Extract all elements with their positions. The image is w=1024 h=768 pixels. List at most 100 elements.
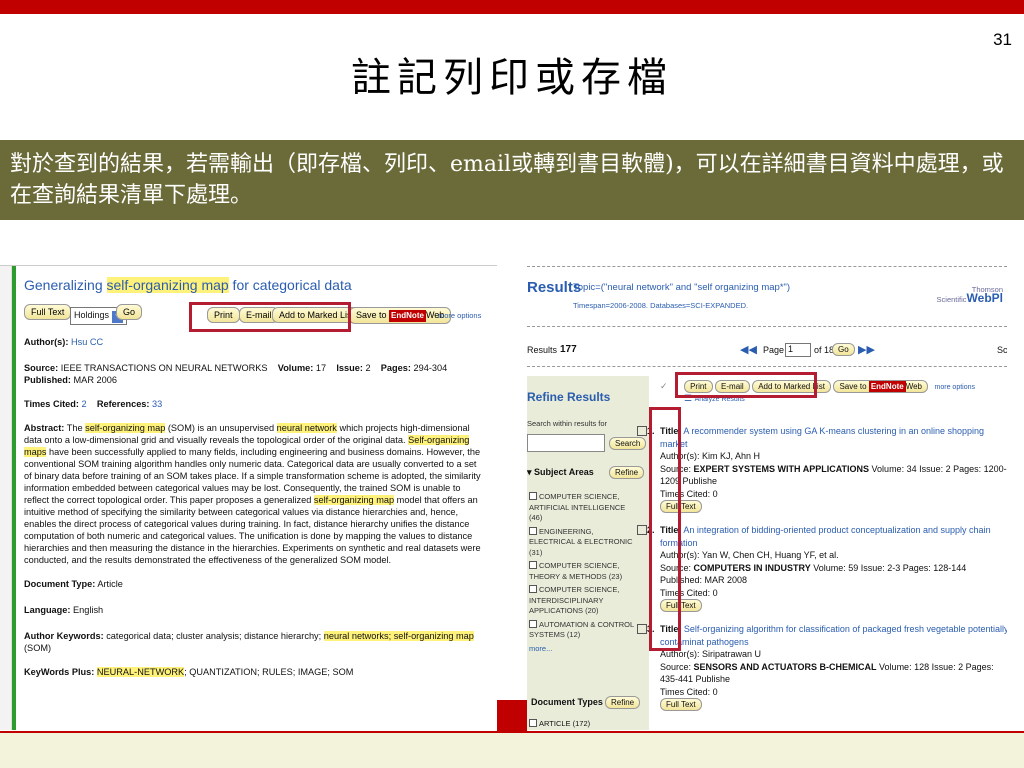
abstract-highlight: neural network: [276, 423, 337, 433]
record-title-link[interactable]: Self-organizing algorithm for classifica…: [660, 624, 1007, 647]
record-title-link[interactable]: A recommender system using GA K-means cl…: [660, 426, 984, 449]
more-options-link[interactable]: more options: [438, 310, 481, 322]
record-title-link[interactable]: An integration of bidding-oriented produ…: [660, 525, 991, 548]
more-subjects-link[interactable]: more...: [529, 644, 639, 655]
field-label: Times Cited:: [24, 399, 79, 409]
keywords-highlight: neural networks; self-organizing map: [323, 631, 474, 641]
select-icon: ✓: [660, 381, 668, 391]
output-buttons-highlight-box: [189, 302, 351, 332]
checkbox-highlight-box: [649, 407, 681, 651]
subject-list: COMPUTER SCIENCE, ARTIFICIAL INTELLIGENC…: [529, 492, 639, 654]
record-authors: Author(s): Kim KJ, Ahn H: [660, 451, 761, 461]
endnote-logo: EndNote: [868, 381, 906, 392]
keywords-plus-text: ; QUANTIZATION; RULES; IMAGE; SOM: [184, 667, 354, 677]
record-authors: Author(s): Yan W, Chen CH, Huang YF, et …: [660, 550, 839, 560]
page-label: Page: [763, 345, 785, 355]
title-part: for categorical data: [228, 277, 352, 293]
field-label: Author(s):: [24, 337, 69, 347]
thomson-line: Scientific: [936, 295, 967, 304]
full-record-screenshot: Generalizing self-organizing map for cat…: [0, 265, 497, 730]
field-label: References:: [96, 399, 150, 409]
abstract-text: The: [66, 423, 86, 433]
checkbox[interactable]: [529, 619, 537, 628]
holdings-value: Holdings: [74, 310, 110, 320]
field-label: Author Keywords:: [24, 631, 104, 641]
keywords-plus-highlight: NEURAL-NETWORK: [96, 667, 185, 677]
source-field: Source: IEEE TRANSACTIONS ON NEURAL NETW…: [24, 362, 484, 386]
subject-label: COMPUTER SCIENCE, THEORY & METHODS (23): [529, 561, 623, 581]
field-label: Abstract:: [24, 423, 65, 433]
go-button[interactable]: Go: [116, 304, 143, 320]
last-page-icon[interactable]: ▶▶: [858, 343, 875, 356]
language-value: English: [73, 605, 104, 615]
output-buttons-highlight-box: [675, 372, 817, 398]
language-field: Language: English: [24, 604, 484, 616]
subject-item[interactable]: ENGINEERING, ELECTRICAL & ELECTRONIC (31…: [529, 526, 639, 559]
field-label: Language:: [24, 605, 71, 615]
source-label: Source:: [660, 661, 694, 672]
sort-label: Sc: [997, 345, 1007, 355]
record-title: Title: A recommender system using GA K-m…: [660, 426, 985, 449]
document-type-field: Document Type: Article: [24, 578, 484, 590]
published-value: MAR 2006: [73, 375, 117, 385]
citations-field: Times Cited: 2 References: 33: [24, 398, 484, 410]
record-checkbox[interactable]: [637, 624, 647, 634]
field-label: Source:: [24, 363, 59, 373]
results-count-label: Results: [527, 345, 558, 355]
first-page-icon[interactable]: ◀◀: [740, 343, 757, 356]
doctype-item[interactable]: ARTICLE (172): [529, 719, 590, 728]
collapse-icon[interactable]: ▾: [527, 467, 532, 477]
search-button[interactable]: Search: [609, 437, 647, 450]
result-record: 3. Title: Self-organizing algorithm for …: [637, 623, 1007, 711]
divider: [527, 366, 1007, 367]
refine-button[interactable]: Refine: [605, 696, 641, 709]
description-text: 對於查到的結果，若需輸出（即存檔、列印、email或轉到書目軟體)，可以在詳細書…: [10, 152, 1004, 208]
keywords-plus-field: KeyWords Plus: NEURAL-NETWORK; QUANTIZAT…: [24, 666, 484, 678]
subject-label: COMPUTER SCIENCE, ARTIFICIAL INTELLIGENC…: [529, 492, 626, 522]
references-link[interactable]: 33: [152, 399, 162, 409]
title-part: Generalizing: [24, 277, 107, 293]
subject-label: COMPUTER SCIENCE, INTERDISCIPLINARY APPL…: [529, 585, 620, 615]
authors-field: Author(s): Hsu CC: [24, 336, 484, 348]
save-to-endnote-button[interactable]: Save to EndNote Web: [349, 307, 452, 324]
subject-item[interactable]: COMPUTER SCIENCE, THEORY & METHODS (23): [529, 561, 639, 582]
abstract-field: Abstract: The self-organizing map (SOM) …: [24, 422, 484, 566]
refine-button[interactable]: Refine: [609, 466, 645, 479]
record-checkbox[interactable]: [637, 426, 647, 436]
full-text-button[interactable]: Full Text: [24, 304, 72, 320]
author-link[interactable]: Hsu CC: [71, 337, 103, 347]
field-label: KeyWords Plus:: [24, 667, 95, 677]
topic-query: Topic=("neural network" and "self organi…: [573, 282, 791, 293]
checkbox[interactable]: [529, 561, 537, 569]
page-input[interactable]: 1: [785, 343, 811, 357]
title-highlight: self-organizing map: [106, 277, 229, 293]
subject-areas-label: Subject Areas: [534, 467, 594, 477]
checkbox[interactable]: [529, 492, 537, 500]
results-count: 177: [560, 344, 577, 355]
checkbox[interactable]: [529, 719, 537, 727]
subject-item[interactable]: COMPUTER SCIENCE, INTERDISCIPLINARY APPL…: [529, 585, 639, 617]
doctype-label: ARTICLE (172): [539, 719, 591, 728]
article-title: Generalizing self-organizing map for cat…: [24, 276, 484, 294]
times-cited-link[interactable]: 2: [82, 399, 87, 409]
checkbox[interactable]: [529, 585, 537, 593]
search-within-label: Search within results for: [527, 419, 608, 428]
keywords-text: (SOM): [24, 643, 52, 653]
record-checkbox[interactable]: [637, 525, 647, 535]
field-label: Volume:: [277, 363, 314, 373]
volume-value: 17: [315, 363, 327, 373]
subject-item[interactable]: COMPUTER SCIENCE, ARTIFICIAL INTELLIGENC…: [529, 492, 639, 524]
search-within-input[interactable]: [527, 434, 605, 452]
go-button[interactable]: Go: [832, 343, 855, 356]
subject-label: ENGINEERING, ELECTRICAL & ELECTRONIC (31…: [529, 526, 633, 557]
subject-item[interactable]: AUTOMATION & CONTROL SYSTEMS (12): [529, 619, 639, 641]
more-options-link[interactable]: more options: [935, 384, 975, 391]
slide-title: 註記列印或存檔: [351, 55, 673, 101]
save-to-endnote-button[interactable]: Save to EndNote Web: [833, 380, 929, 393]
full-text-button[interactable]: Full Text: [660, 698, 702, 711]
document-types-label: Document Types: [531, 697, 603, 707]
subject-areas-header: ▾ Subject Areas: [527, 467, 594, 478]
subject-label: AUTOMATION & CONTROL SYSTEMS (12): [529, 619, 634, 640]
left-gutter: [0, 266, 12, 730]
checkbox[interactable]: [529, 526, 537, 535]
